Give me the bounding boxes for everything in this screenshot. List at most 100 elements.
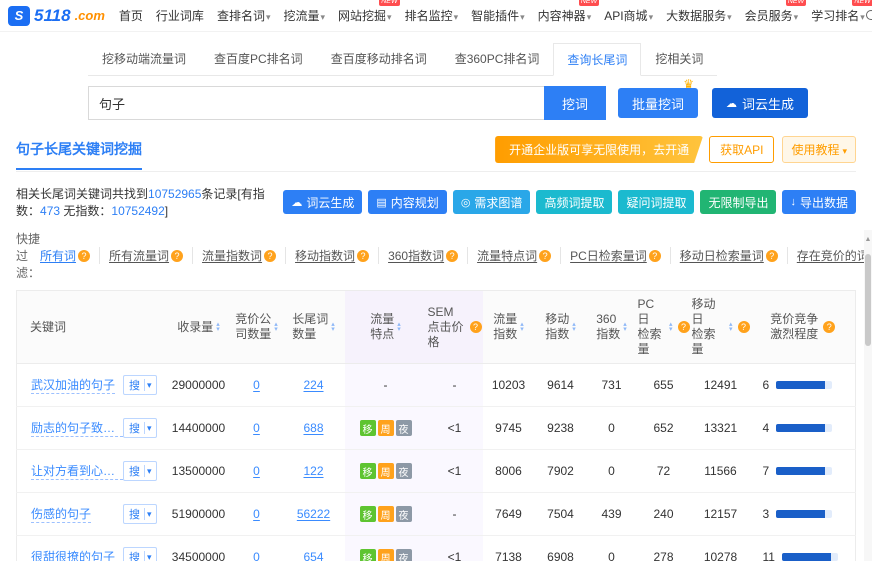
column-header[interactable]: 竞价竞争 激烈程度 ?: [751, 291, 856, 364]
mini-search-dropdown[interactable]: 搜: [123, 375, 157, 395]
tool-tab[interactable]: 查询长尾词: [553, 43, 641, 76]
sort-icon[interactable]: ▴▾: [729, 322, 733, 332]
bid-companies-link[interactable]: 0: [253, 507, 260, 521]
nav-item[interactable]: 内容神器 NEW: [538, 7, 592, 24]
keyword-search-input[interactable]: [88, 86, 544, 120]
help-icon[interactable]: ?: [446, 250, 458, 262]
nav-item[interactable]: 网站挖掘 NEW: [338, 7, 392, 24]
quick-filter-link[interactable]: 移动指数词 ?: [295, 247, 379, 264]
column-header[interactable]: 移动日 检索量 ▴▾ ?: [691, 291, 751, 364]
keyword-link[interactable]: 让对方看到心疼的句子: [31, 462, 123, 480]
action-button[interactable]: ☁ 词云生成: [283, 190, 362, 214]
help-icon[interactable]: ?: [823, 321, 835, 333]
nav-item[interactable]: 大数据服务: [666, 7, 732, 24]
help-icon[interactable]: ?: [766, 250, 778, 262]
scrollbar-up-arrow[interactable]: ▲: [864, 236, 872, 243]
sort-icon[interactable]: ▴▾: [520, 322, 524, 332]
mini-search-dropdown[interactable]: 搜: [123, 504, 157, 524]
sort-icon[interactable]: ▴▾: [572, 322, 576, 332]
keyword-link[interactable]: 励志的句子致自己简短: [31, 419, 123, 437]
quick-filter-link[interactable]: PC日检索量词 ?: [570, 247, 671, 264]
sort-icon[interactable]: ▴▾: [216, 322, 220, 332]
column-header[interactable]: 长尾词 数量 ▴▾: [283, 291, 345, 364]
nav-item[interactable]: 排名监控: [405, 7, 459, 24]
quick-filter-link[interactable]: 所有流量词 ?: [109, 247, 193, 264]
search-icon[interactable]: [865, 9, 872, 23]
quick-filter-link[interactable]: 所有词 ?: [40, 247, 100, 264]
action-button[interactable]: 疑问词提取: [618, 190, 694, 214]
column-header[interactable]: SEM 点击价格 ?: [427, 291, 483, 364]
sort-icon[interactable]: ▴▾: [331, 322, 335, 332]
scrollbar-thumb[interactable]: [865, 254, 871, 346]
help-icon[interactable]: ?: [357, 250, 369, 262]
nav-item[interactable]: 行业词库: [156, 7, 204, 24]
bid-companies-link[interactable]: 0: [253, 550, 260, 561]
column-header[interactable]: 关键词: [17, 291, 167, 364]
action-button[interactable]: 无限制导出: [700, 190, 776, 214]
sort-icon[interactable]: ▴▾: [669, 322, 673, 332]
nav-item[interactable]: 会员服务 NEW: [745, 7, 799, 24]
quick-filter-link[interactable]: 移动日检索量词 ?: [680, 247, 788, 264]
tool-tab[interactable]: 查百度PC排名词: [200, 42, 317, 75]
keyword-link[interactable]: 武汉加油的句子: [31, 376, 115, 394]
quick-filter-link[interactable]: 流量特点词 ?: [477, 247, 561, 264]
vertical-scrollbar[interactable]: ▲: [864, 230, 872, 561]
nav-item[interactable]: 查排名词: [217, 7, 271, 24]
keyword-link[interactable]: 很甜很撩的句子: [31, 548, 115, 561]
tool-tab[interactable]: 查360PC排名词: [441, 42, 554, 75]
action-button[interactable]: ▤ 内容规划: [368, 190, 446, 214]
word-cloud-button[interactable]: ☁ 词云生成: [712, 88, 808, 118]
batch-dig-button[interactable]: ♛ 批量挖词: [618, 88, 698, 118]
enterprise-upgrade-banner[interactable]: 开通企业版可享无限使用，去开通: [495, 136, 703, 163]
mini-search-dropdown[interactable]: 搜: [123, 547, 157, 561]
logo[interactable]: S 5118 .com: [8, 6, 105, 26]
action-button[interactable]: 高频词提取: [536, 190, 612, 214]
get-api-button[interactable]: 获取API: [709, 136, 774, 163]
column-header[interactable]: 360 指数 ▴▾: [587, 291, 637, 364]
bid-companies-link[interactable]: 0: [253, 378, 260, 392]
action-button[interactable]: ↓ 导出数据: [782, 190, 856, 214]
tool-tab[interactable]: 挖移动端流量词: [88, 42, 200, 75]
longtail-count-link[interactable]: 122: [303, 464, 323, 478]
bid-companies-link[interactable]: 0: [253, 421, 260, 435]
help-icon[interactable]: ?: [738, 321, 750, 333]
column-header[interactable]: 竞价公 司数量 ▴▾: [231, 291, 283, 364]
sort-icon[interactable]: ▴▾: [274, 322, 278, 332]
keyword-link[interactable]: 伤感的句子: [31, 505, 91, 523]
nav-item[interactable]: 首页: [119, 7, 143, 24]
tool-tab[interactable]: 挖相关词: [641, 42, 717, 75]
longtail-count-link[interactable]: 56222: [297, 507, 330, 521]
action-button[interactable]: ◎ 需求图谱: [453, 190, 531, 214]
dig-words-button[interactable]: 挖词: [544, 86, 606, 120]
help-icon[interactable]: ?: [171, 250, 183, 262]
sort-icon[interactable]: ▴▾: [397, 322, 401, 332]
help-icon[interactable]: ?: [264, 250, 276, 262]
quick-filter-link[interactable]: 流量指数词 ?: [202, 247, 286, 264]
help-icon[interactable]: ?: [649, 250, 661, 262]
column-header[interactable]: 收录量 ▴▾: [167, 291, 231, 364]
mini-search-dropdown[interactable]: 搜: [123, 418, 157, 438]
help-icon[interactable]: ?: [678, 321, 690, 333]
column-header[interactable]: PC日 检索量 ▴▾ ?: [637, 291, 691, 364]
bid-companies-link[interactable]: 0: [253, 464, 260, 478]
help-icon[interactable]: ?: [78, 250, 90, 262]
help-icon[interactable]: ?: [470, 321, 482, 333]
quick-filter-link[interactable]: 360指数词 ?: [388, 247, 468, 264]
page-title: 句子长尾关键词挖掘: [16, 139, 142, 170]
mini-search-dropdown[interactable]: 搜: [123, 461, 157, 481]
column-header[interactable]: 流量 指数 ▴▾: [483, 291, 535, 364]
nav-item[interactable]: API商城: [604, 7, 653, 24]
quick-filter-link[interactable]: 存在竞价的词 ?: [797, 247, 872, 264]
help-icon[interactable]: ?: [539, 250, 551, 262]
nav-item[interactable]: 挖流量: [283, 7, 325, 24]
longtail-count-link[interactable]: 224: [303, 378, 323, 392]
longtail-count-link[interactable]: 654: [303, 550, 323, 561]
tool-tab[interactable]: 查百度移动排名词: [317, 42, 441, 75]
column-header[interactable]: 流量 特点 ▴▾: [345, 291, 427, 364]
column-header[interactable]: 移动 指数 ▴▾: [535, 291, 587, 364]
sort-icon[interactable]: ▴▾: [623, 322, 627, 332]
tutorial-button[interactable]: 使用教程: [782, 136, 856, 163]
nav-item[interactable]: 智能插件: [471, 7, 525, 24]
longtail-count-link[interactable]: 688: [303, 421, 323, 435]
nav-item[interactable]: 学习排名 NEW: [811, 7, 865, 24]
